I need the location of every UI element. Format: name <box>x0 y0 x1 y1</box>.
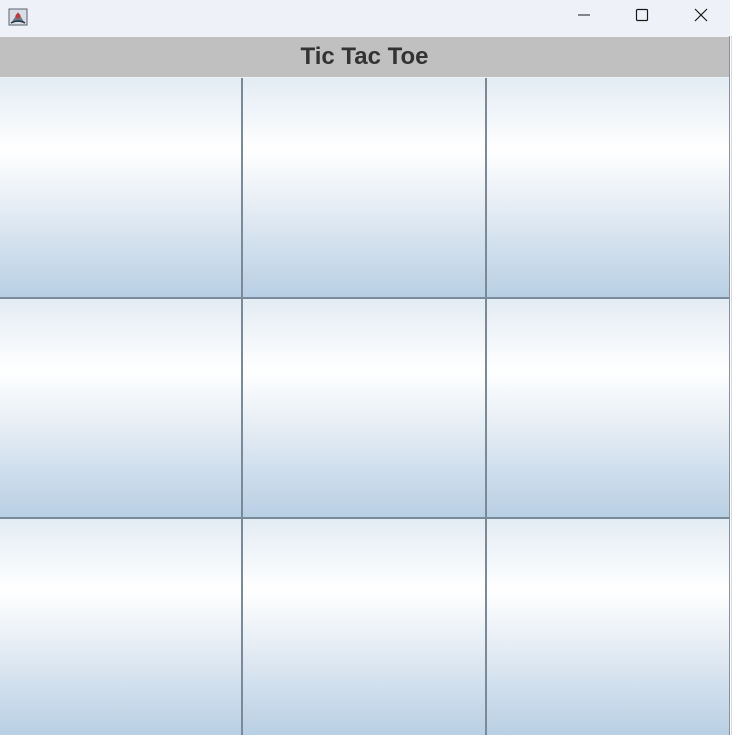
java-app-icon[interactable] <box>8 7 28 27</box>
board-cell-9[interactable] <box>487 519 729 735</box>
close-icon <box>694 8 708 27</box>
board-cell-5[interactable] <box>243 299 485 517</box>
game-header: Tic Tac Toe <box>0 37 729 77</box>
maximize-button[interactable] <box>613 0 671 34</box>
board-cell-4[interactable] <box>0 299 241 517</box>
board-cell-7[interactable] <box>0 519 241 735</box>
board-cell-3[interactable] <box>487 78 729 297</box>
board-cell-1[interactable] <box>0 78 241 297</box>
title-bar[interactable] <box>0 0 730 36</box>
maximize-icon <box>635 8 649 27</box>
board-cell-6[interactable] <box>487 299 729 517</box>
app-window: Tic Tac Toe <box>0 0 730 735</box>
close-button[interactable] <box>672 0 730 34</box>
minimize-icon <box>577 8 591 27</box>
board-cell-8[interactable] <box>243 519 485 735</box>
minimize-button[interactable] <box>555 0 613 34</box>
game-board <box>0 78 729 735</box>
board-cell-2[interactable] <box>243 78 485 297</box>
page-title: Tic Tac Toe <box>300 43 429 70</box>
